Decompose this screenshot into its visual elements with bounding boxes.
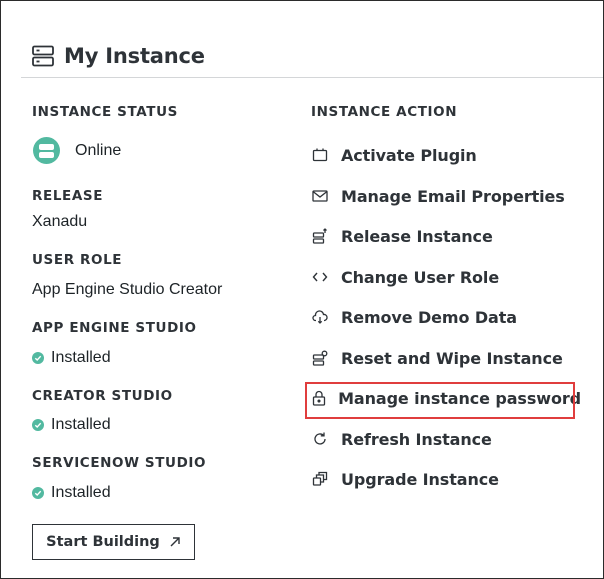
- code-icon: [311, 268, 329, 286]
- reset-icon: [311, 349, 329, 367]
- servicenow-studio-label: SERVICENOW STUDIO: [32, 455, 207, 471]
- reset-and-wipe-instance-label: Reset and Wipe Instance: [341, 348, 563, 368]
- check-circle-icon: [32, 487, 44, 499]
- activate-plugin-label: Activate Plugin: [341, 145, 477, 165]
- release-icon: [311, 227, 329, 245]
- user-role-label: USER ROLE: [32, 252, 123, 268]
- app-engine-studio-label: APP ENGINE STUDIO: [32, 320, 197, 336]
- manage-email-properties-label: Manage Email Properties: [341, 186, 565, 206]
- page-title: My Instance: [64, 44, 205, 68]
- external-arrow-icon: [170, 537, 180, 547]
- refresh-instance-label: Refresh Instance: [341, 429, 492, 449]
- remove-demo-data-action[interactable]: Remove Demo Data: [311, 304, 581, 330]
- start-building-label: Start Building: [46, 534, 160, 550]
- server-icon: [32, 45, 54, 67]
- creator-studio-value: Installed: [51, 416, 111, 433]
- instance-status-row: Online: [33, 137, 121, 164]
- app-engine-studio-status: Installed: [32, 349, 111, 367]
- cloud-icon: [311, 308, 329, 326]
- instance-status-label: INSTANCE STATUS: [32, 104, 178, 120]
- remove-demo-data-label: Remove Demo Data: [341, 307, 517, 327]
- upgrade-instance-label: Upgrade Instance: [341, 469, 499, 489]
- refresh-instance-action[interactable]: Refresh Instance: [311, 426, 581, 452]
- reset-and-wipe-instance-action[interactable]: Reset and Wipe Instance: [311, 345, 581, 371]
- release-instance-label: Release Instance: [341, 226, 493, 246]
- manage-email-properties-action[interactable]: Manage Email Properties: [311, 183, 581, 209]
- user-role-value: App Engine Studio Creator: [32, 281, 223, 298]
- check-circle-icon: [32, 419, 44, 431]
- activate-plugin-action[interactable]: Activate Plugin: [311, 142, 581, 168]
- check-circle-icon: [32, 352, 44, 364]
- online-status-icon: [33, 137, 60, 164]
- release-label: RELEASE: [32, 188, 104, 204]
- start-building-button[interactable]: Start Building: [32, 524, 195, 560]
- email-icon: [311, 187, 329, 205]
- creator-studio-label: CREATOR STUDIO: [32, 388, 173, 404]
- servicenow-studio-value: Installed: [51, 484, 111, 501]
- panel-header: My Instance: [31, 41, 205, 71]
- release-value: Xanadu: [32, 213, 88, 230]
- release-instance-action[interactable]: Release Instance: [311, 223, 581, 249]
- servicenow-studio-status: Installed: [32, 484, 111, 502]
- my-instance-panel: My Instance INSTANCE STATUS Online RELEA…: [0, 0, 604, 579]
- refresh-icon: [311, 430, 329, 448]
- upgrade-instance-action[interactable]: Upgrade Instance: [311, 466, 581, 492]
- change-user-role-action[interactable]: Change User Role: [311, 264, 581, 290]
- lock-icon: [311, 389, 326, 407]
- plugin-icon: [311, 146, 329, 164]
- instance-status-value: Online: [75, 141, 122, 159]
- creator-studio-status: Installed: [32, 416, 111, 434]
- header-divider: [21, 77, 603, 78]
- manage-instance-password-label: Manage instance password: [338, 388, 581, 408]
- app-engine-studio-value: Installed: [51, 349, 111, 366]
- upgrade-icon: [311, 470, 329, 488]
- instance-action-heading: INSTANCE ACTION: [311, 104, 458, 120]
- change-user-role-label: Change User Role: [341, 267, 500, 287]
- manage-instance-password-action[interactable]: Manage instance password: [311, 385, 581, 411]
